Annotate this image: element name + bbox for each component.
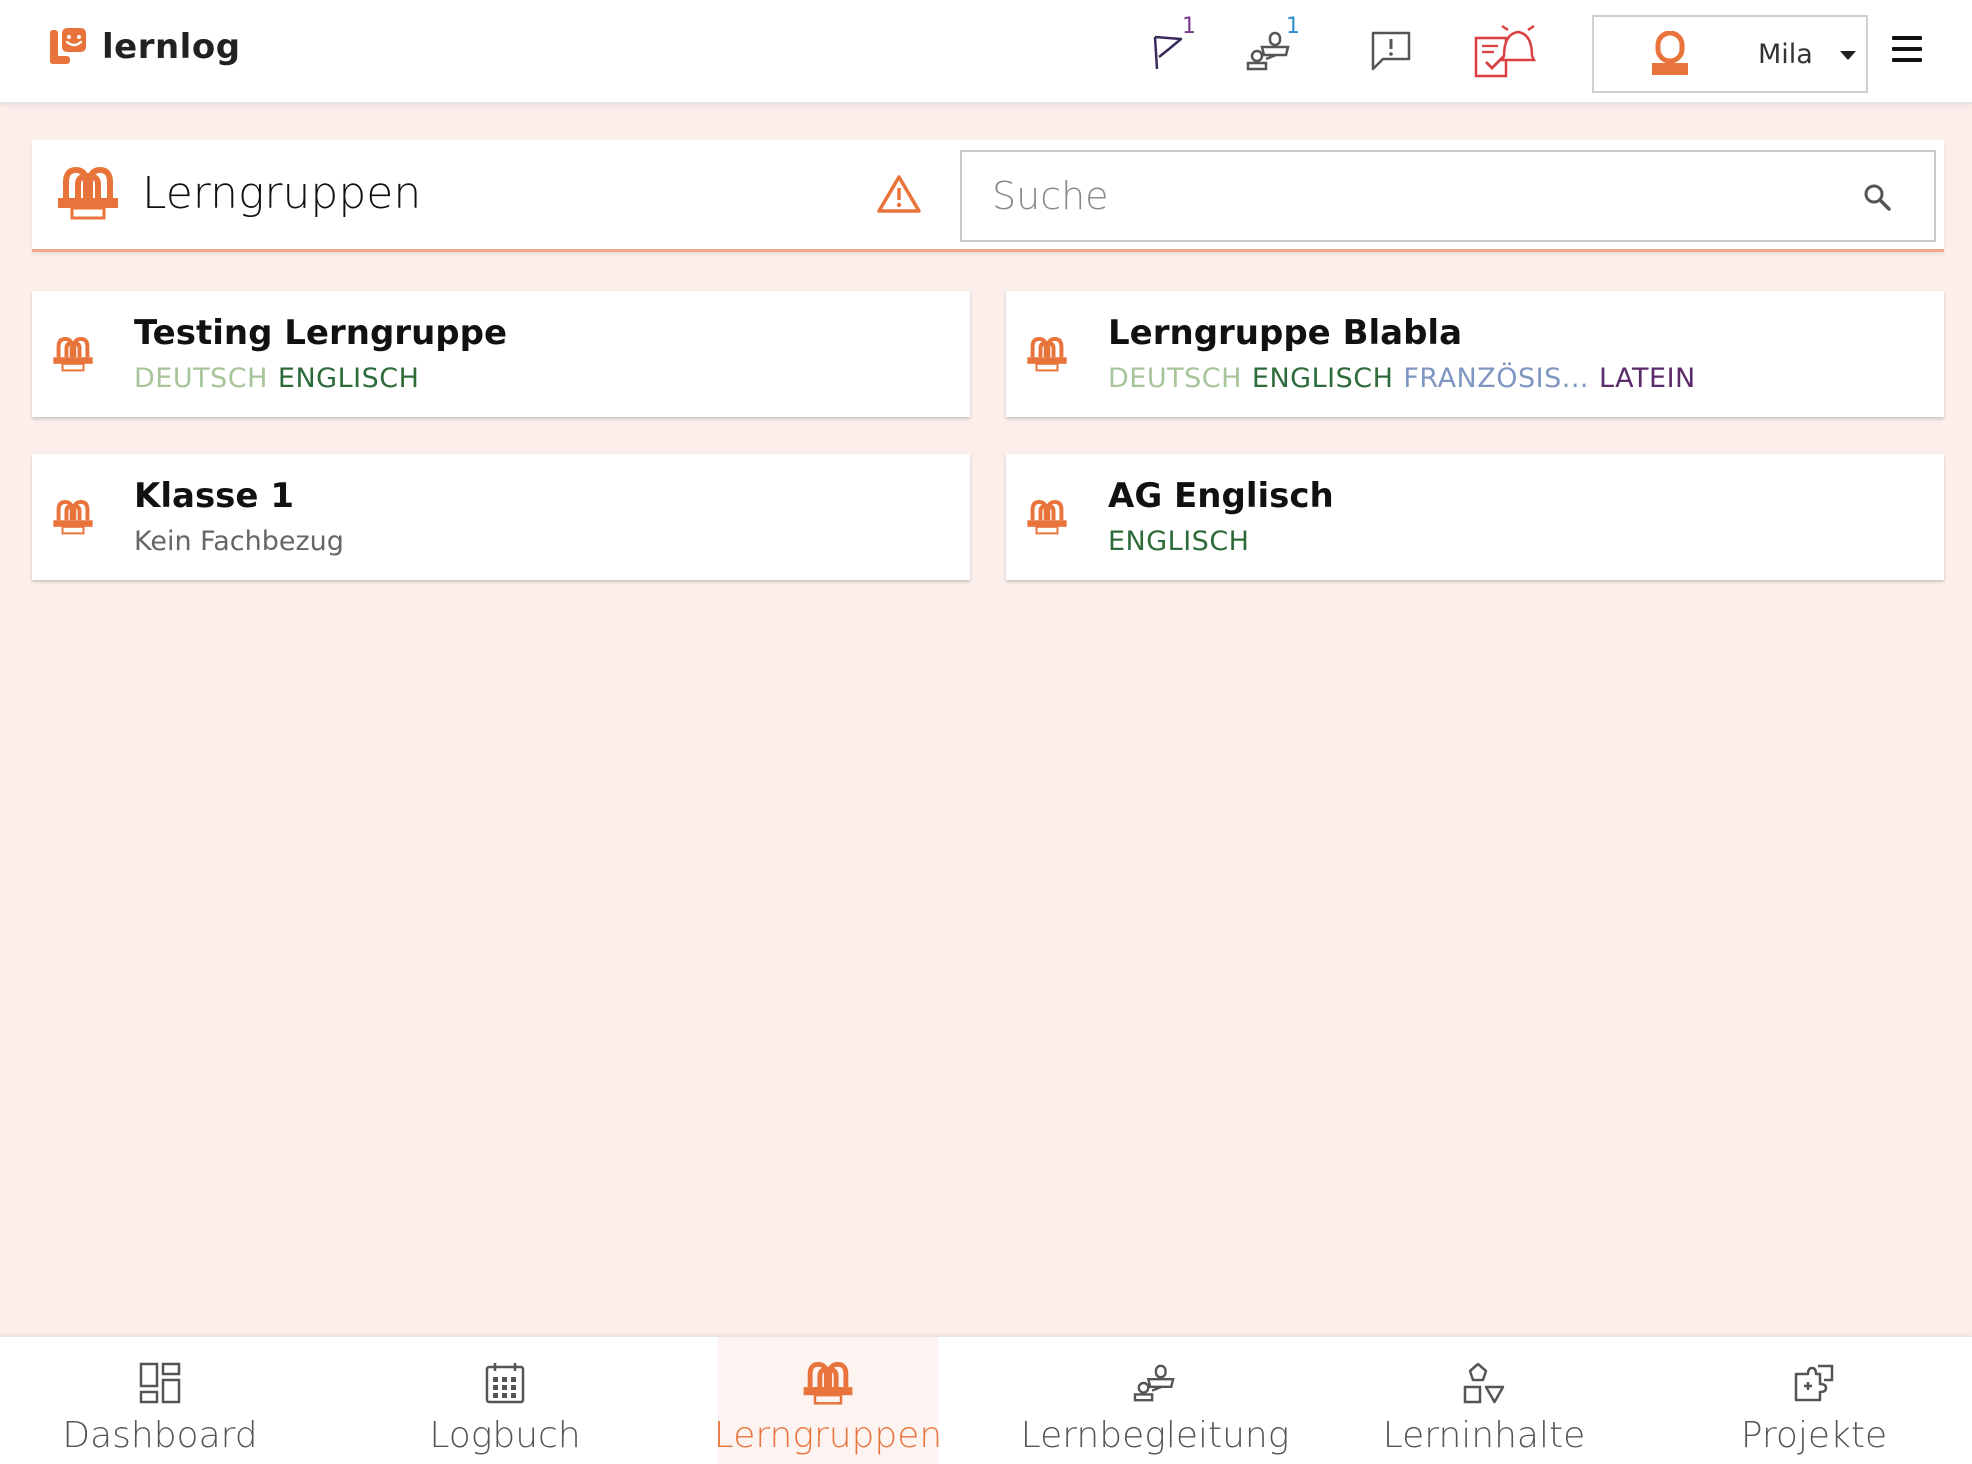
subject-tag: DEUTSCH (134, 363, 268, 394)
search-input[interactable] (962, 152, 1842, 240)
feedback-icon (1369, 29, 1413, 77)
search-icon[interactable] (1862, 182, 1892, 216)
mentoring-badge: 1 (1286, 14, 1300, 39)
menu-line (1892, 58, 1922, 62)
app-logo[interactable]: lernlog (48, 26, 241, 68)
lernlog-logo-icon (48, 26, 88, 68)
search-box (960, 150, 1936, 242)
user-menu[interactable]: Mila (1592, 15, 1868, 93)
bottom-navigation: Dashboard Logbuch Lerngruppen Lernbeglei… (0, 1336, 1972, 1464)
subject-tag: DEUTSCH (1108, 363, 1242, 394)
group-name: Testing Lerngruppe (134, 313, 508, 353)
nav-item-lerngruppen[interactable]: Lerngruppen (714, 1337, 942, 1464)
warning-icon[interactable] (876, 174, 922, 218)
nav-label: Lernbegleitung (1020, 1415, 1290, 1456)
feedback-button[interactable] (1356, 18, 1426, 88)
group-card[interactable]: AG Englisch ENGLISCH (1006, 454, 1944, 580)
flag-button[interactable]: 1 (1132, 14, 1202, 88)
user-avatar-icon (1650, 30, 1690, 81)
group-name: Klasse 1 (134, 476, 294, 516)
flag-badge: 1 (1182, 14, 1196, 39)
subject-tag: LATEIN (1599, 363, 1696, 394)
subject-list: DEUTSCH ENGLISCH (134, 363, 429, 394)
puzzle-icon (1792, 1357, 1836, 1409)
user-name: Mila (1758, 39, 1813, 70)
group-card[interactable]: Klasse 1 Kein Fachbezug (32, 454, 970, 580)
alarm-checklist-icon (1472, 20, 1538, 86)
nav-item-dashboard[interactable]: Dashboard (50, 1337, 270, 1464)
calendar-icon (484, 1357, 526, 1409)
nav-label: Dashboard (62, 1415, 258, 1456)
page-header-panel: Lerngruppen (32, 140, 1944, 252)
top-bar: lernlog 1 1 Mila (0, 0, 1972, 104)
nav-label: Logbuch (429, 1415, 581, 1456)
dashboard-icon (138, 1357, 182, 1409)
subject-list: DEUTSCH ENGLISCH FRANZÖSIS... LATEIN (1108, 363, 1706, 394)
nav-label: Lerninhalte (1382, 1415, 1586, 1456)
group-card[interactable]: Testing Lerngruppe DEUTSCH ENGLISCH (32, 291, 970, 417)
menu-line (1892, 36, 1922, 40)
subject-tag: ENGLISCH (1251, 363, 1394, 394)
chevron-down-icon (1840, 51, 1856, 60)
nav-item-logbuch[interactable]: Logbuch (395, 1337, 615, 1464)
group-name: AG Englisch (1108, 476, 1334, 516)
subject-list: ENGLISCH (1108, 526, 1259, 557)
nav-item-lerninhalte[interactable]: Lerninhalte (1364, 1337, 1604, 1464)
group-icon (52, 498, 94, 540)
nav-item-projekte[interactable]: Projekte (1704, 1337, 1924, 1464)
group-card[interactable]: Lerngruppe Blabla DEUTSCH ENGLISCH FRANZÖS… (1006, 291, 1944, 417)
group-icon (52, 335, 94, 377)
no-subject-label: Kein Fachbezug (134, 526, 344, 557)
group-icon (1026, 335, 1068, 377)
nav-label: Lerngruppen (713, 1415, 943, 1456)
group-name: Lerngruppe Blabla (1108, 313, 1463, 353)
mentoring-button[interactable]: 1 (1234, 14, 1304, 88)
nav-label: Projekte (1740, 1415, 1888, 1456)
group-icon (56, 164, 120, 226)
shapes-icon (1462, 1357, 1506, 1409)
flag-icon (1147, 29, 1187, 77)
group-icon (802, 1357, 854, 1409)
page-title: Lerngruppen (142, 168, 422, 219)
app-name: lernlog (102, 27, 241, 67)
hamburger-menu-button[interactable] (1892, 36, 1922, 62)
subject-tag: ENGLISCH (1108, 526, 1250, 557)
alarm-checklist-button[interactable] (1470, 18, 1540, 88)
subject-tag: FRANZÖSIS... (1403, 363, 1589, 394)
menu-line (1892, 47, 1922, 51)
group-icon (1026, 498, 1068, 540)
mentoring-icon (1133, 1357, 1177, 1409)
nav-item-lernbegleitung[interactable]: Lernbegleitung (1010, 1337, 1300, 1464)
subject-tag: ENGLISCH (277, 363, 420, 394)
